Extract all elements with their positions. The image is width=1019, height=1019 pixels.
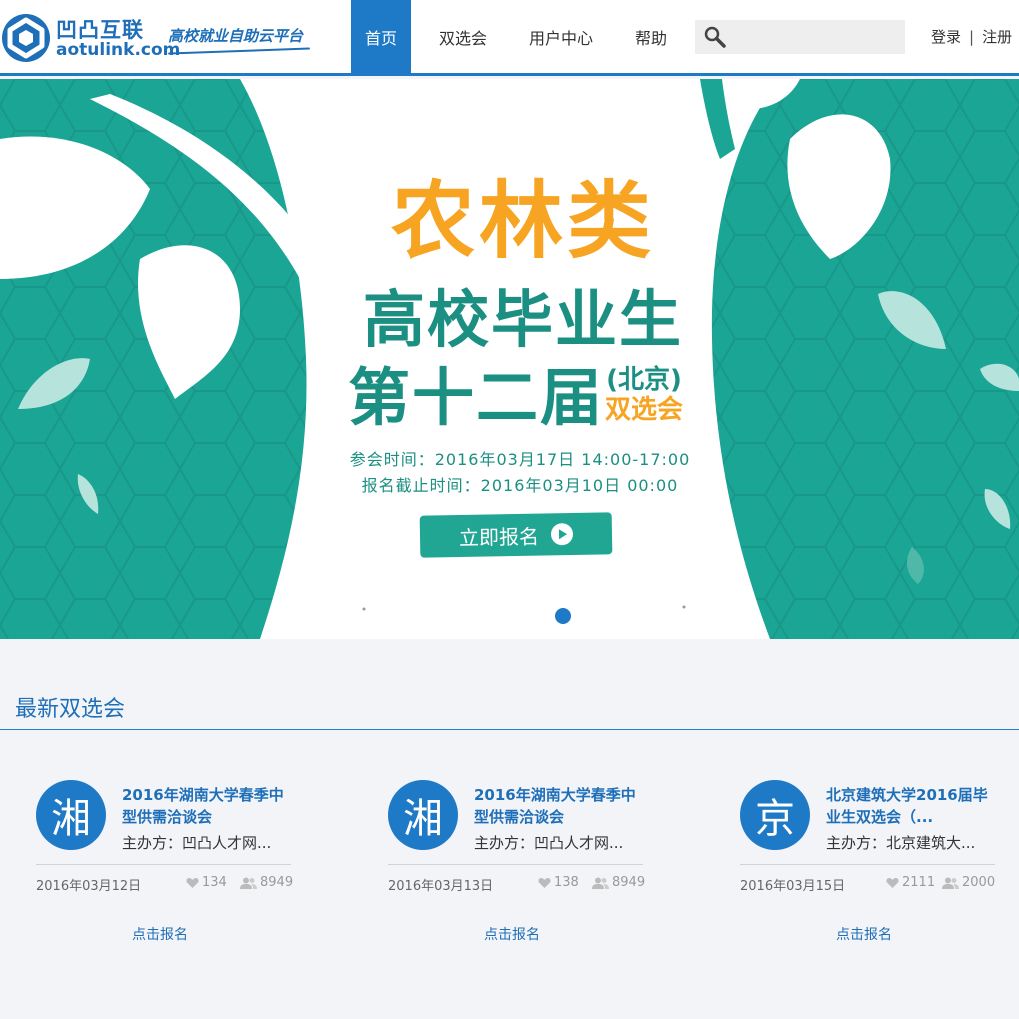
section-divider bbox=[0, 729, 1019, 730]
card-participants: 2000 bbox=[942, 875, 995, 890]
banner-title-line2: 高校毕业生 bbox=[362, 283, 683, 356]
users-icon bbox=[592, 877, 609, 889]
auth-separator: | bbox=[969, 28, 975, 46]
card-date: 2016年03月12日 bbox=[36, 879, 142, 894]
banner-deadline: 报名截止时间：2016年03月10日 00:00 bbox=[361, 476, 679, 495]
card-title[interactable]: 2016年湖南大学春季中型供需洽谈会 bbox=[122, 784, 294, 828]
slogan-underline bbox=[168, 47, 310, 55]
card-divider bbox=[388, 864, 643, 865]
nav-job-fair[interactable]: 双选会 bbox=[411, 0, 515, 73]
job-fair-card: 湘 2016年湖南大学春季中型供需洽谈会 主办方：凹凸人才网... 2016年0… bbox=[36, 780, 294, 950]
register-link[interactable]: 注册 bbox=[982, 26, 1012, 47]
card-avatar[interactable]: 湘 bbox=[36, 780, 106, 850]
banner-signup-button[interactable]: 立即报名 bbox=[419, 512, 613, 558]
job-fair-card: 湘 2016年湖南大学春季中型供需洽谈会 主办方：凹凸人才网... 2016年0… bbox=[388, 780, 646, 950]
card-signup-link[interactable]: 点击报名 bbox=[132, 924, 188, 944]
banner-city: (北京) bbox=[606, 365, 682, 395]
card-signup-link[interactable]: 点击报名 bbox=[484, 924, 540, 944]
site-logo[interactable]: 凹凸互联 aotulink.com 高校就业自助云平台 bbox=[0, 6, 330, 66]
card-likes-count: 2111 bbox=[902, 875, 936, 890]
job-fair-card: 京 北京建筑大学2016届毕业生双选会（... 主办方：北京建筑大... 201… bbox=[740, 780, 996, 950]
card-date: 2016年03月13日 bbox=[388, 879, 494, 894]
nav-user-center[interactable]: 用户中心 bbox=[515, 0, 607, 73]
card-divider bbox=[740, 864, 995, 865]
banner-event-type: 双选会 bbox=[604, 395, 683, 425]
brand-domain: aotulink.com bbox=[56, 40, 181, 60]
heart-icon bbox=[538, 877, 551, 888]
card-likes: 2111 bbox=[886, 875, 935, 890]
heart-icon bbox=[886, 877, 899, 888]
search-input[interactable] bbox=[731, 20, 901, 54]
banner-title-line1: 农林类 bbox=[390, 172, 655, 270]
card-likes-count: 134 bbox=[202, 875, 227, 890]
card-divider bbox=[36, 864, 291, 865]
banner-meeting-time: 参会时间：2016年03月17日 14:00-17:00 bbox=[349, 450, 691, 469]
card-participants-count: 8949 bbox=[260, 875, 294, 890]
card-likes-count: 138 bbox=[554, 875, 579, 890]
heart-icon bbox=[186, 877, 199, 888]
main-nav: 首页 双选会 用户中心 帮助 bbox=[351, 0, 695, 73]
play-icon bbox=[550, 523, 574, 546]
card-organizer: 主办方：凹凸人才网... bbox=[474, 834, 624, 852]
card-signup-link[interactable]: 点击报名 bbox=[836, 924, 892, 944]
brand-slogan: 高校就业自助云平台 bbox=[168, 27, 304, 45]
carousel-dot-active[interactable] bbox=[555, 608, 571, 624]
nav-home[interactable]: 首页 bbox=[351, 0, 411, 73]
card-likes: 134 bbox=[186, 875, 227, 890]
card-participants-count: 2000 bbox=[962, 875, 996, 890]
site-header: 凹凸互联 aotulink.com 高校就业自助云平台 首页 双选会 用户中心 … bbox=[0, 0, 1019, 76]
auth-links: 登录 | 注册 bbox=[931, 26, 1012, 47]
section-title-latest: 最新双选会 bbox=[15, 697, 126, 722]
users-icon bbox=[942, 877, 959, 889]
card-participants: 8949 bbox=[240, 875, 293, 890]
nav-help[interactable]: 帮助 bbox=[607, 0, 695, 73]
card-participants: 8949 bbox=[592, 875, 645, 890]
logo-mark-icon bbox=[2, 14, 50, 62]
card-title[interactable]: 北京建筑大学2016届毕业生双选会（... bbox=[826, 784, 998, 828]
hero-banner[interactable]: 农林类 高校毕业生 第十二届 (北京) 双选会 参会时间：2016年03月17日… bbox=[0, 79, 1019, 639]
banner-signup-label: 立即报名 bbox=[458, 524, 540, 550]
card-organizer: 主办方：凹凸人才网... bbox=[122, 834, 272, 852]
card-participants-count: 8949 bbox=[612, 875, 646, 890]
card-avatar[interactable]: 湘 bbox=[388, 780, 458, 850]
users-icon bbox=[240, 877, 257, 889]
card-likes: 138 bbox=[538, 875, 579, 890]
search-icon[interactable] bbox=[704, 26, 726, 48]
search-box bbox=[695, 20, 905, 54]
card-date: 2016年03月15日 bbox=[740, 879, 846, 894]
login-link[interactable]: 登录 bbox=[931, 26, 961, 47]
card-title[interactable]: 2016年湖南大学春季中型供需洽谈会 bbox=[474, 784, 646, 828]
card-organizer: 主办方：北京建筑大... bbox=[826, 834, 976, 852]
card-avatar[interactable]: 京 bbox=[740, 780, 810, 850]
banner-title-line3: 第十二届 bbox=[348, 361, 605, 434]
